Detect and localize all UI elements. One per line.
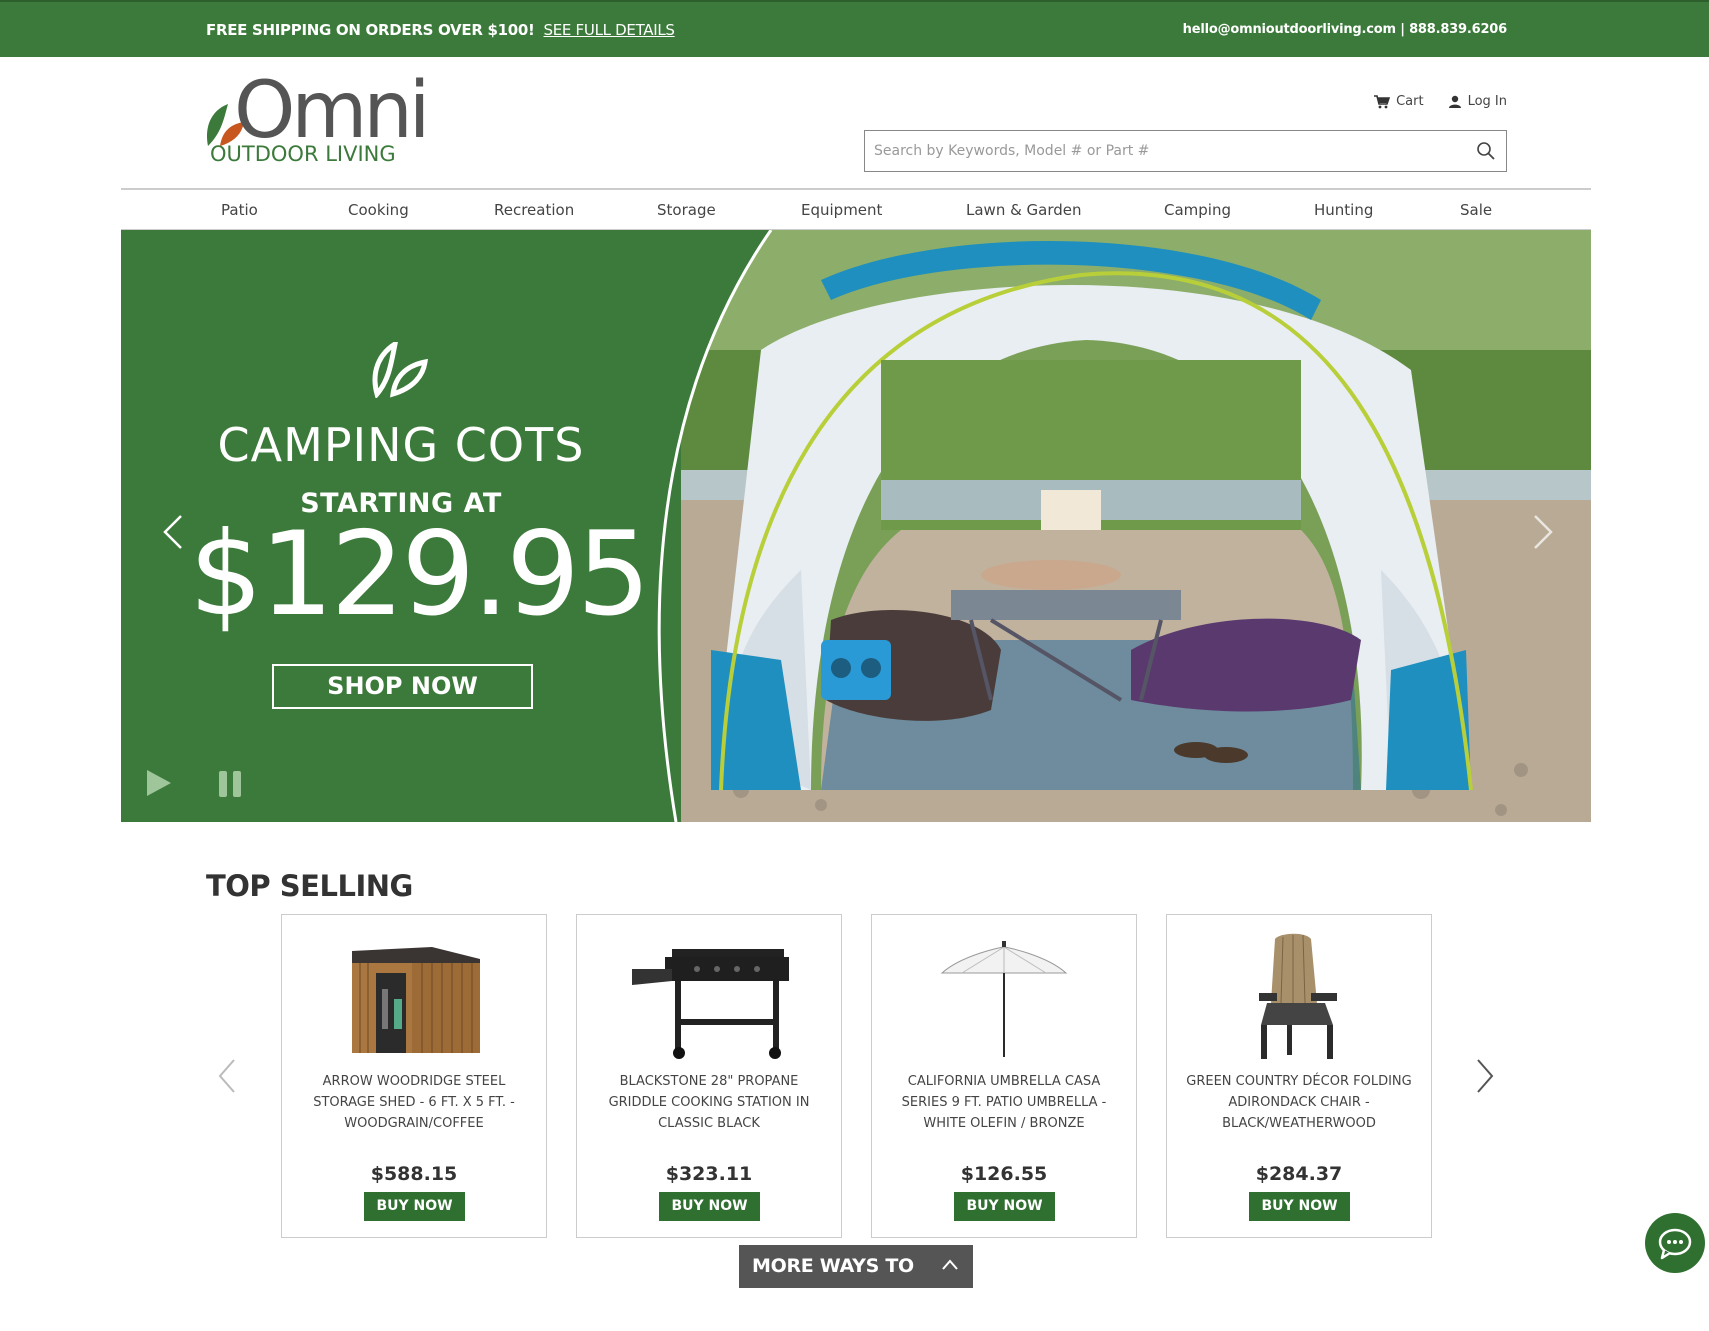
cart-icon	[1374, 94, 1391, 108]
main-nav: Patio Cooking Recreation Storage Equipme…	[121, 188, 1591, 230]
logo-subtitle: OUTDOOR LIVING	[210, 142, 396, 166]
cart-link[interactable]: Cart	[1374, 94, 1424, 109]
product-card[interactable]: CALIFORNIA UMBRELLA CASA SERIES 9 FT. PA…	[871, 914, 1137, 1238]
product-card[interactable]: ARROW WOODRIDGE STEEL STORAGE SHED - 6 F…	[281, 914, 547, 1238]
product-name[interactable]: BLACKSTONE 28" PROPANE GRIDDLE COOKING S…	[591, 1071, 827, 1134]
patio-umbrella-image	[940, 941, 1068, 1057]
play-icon[interactable]	[143, 768, 173, 798]
propane-griddle-image	[632, 949, 789, 1059]
buy-now-button[interactable]: BUY NOW	[954, 1192, 1055, 1221]
product-price: $126.55	[960, 1163, 1048, 1185]
nav-item-camping[interactable]: Camping	[1164, 201, 1231, 219]
nav-item-cooking[interactable]: Cooking	[348, 201, 409, 219]
login-label: Log In	[1467, 94, 1507, 109]
nav-item-sale[interactable]: Sale	[1460, 201, 1492, 219]
product-card[interactable]: BLACKSTONE 28" PROPANE GRIDDLE COOKING S…	[576, 914, 842, 1238]
products-next-arrow-icon[interactable]	[1474, 1057, 1496, 1095]
product-name[interactable]: CALIFORNIA UMBRELLA CASA SERIES 9 FT. PA…	[886, 1071, 1122, 1134]
product-card[interactable]: GREEN COUNTRY DÉCOR FOLDING ADIRONDACK C…	[1166, 914, 1432, 1238]
shipping-text: FREE SHIPPING ON ORDERS OVER $100!	[206, 21, 535, 39]
nav-item-patio[interactable]: Patio	[221, 201, 258, 219]
leaf-logo-icon	[372, 342, 428, 398]
hero-price: $129.95	[189, 507, 651, 642]
product-price: $588.15	[370, 1163, 458, 1185]
product-price: $284.37	[1255, 1163, 1343, 1185]
shipping-promo: FREE SHIPPING ON ORDERS OVER $100! SEE F…	[206, 21, 675, 39]
nav-item-storage[interactable]: Storage	[657, 201, 716, 219]
promo-bar: FREE SHIPPING ON ORDERS OVER $100! SEE F…	[0, 0, 1709, 57]
hero-prev-arrow-icon[interactable]	[161, 512, 185, 552]
products-prev-arrow-icon[interactable]	[216, 1057, 238, 1095]
chevron-up-icon	[942, 1259, 958, 1270]
search-icon[interactable]	[1476, 141, 1496, 161]
hero-banner: CAMPING COTS STARTING AT $129.95 SHOP NO…	[121, 230, 1591, 822]
product-name[interactable]: ARROW WOODRIDGE STEEL STORAGE SHED - 6 F…	[296, 1071, 532, 1134]
chat-bubble-icon	[1658, 1228, 1692, 1260]
cart-label: Cart	[1396, 94, 1424, 109]
see-full-details-link[interactable]: SEE FULL DETAILS	[544, 21, 675, 39]
chat-button[interactable]	[1645, 1213, 1705, 1273]
contact-info[interactable]: hello@omnioutdoorliving.com | 888.839.62…	[1183, 22, 1508, 37]
nav-item-equipment[interactable]: Equipment	[801, 201, 882, 219]
buy-now-button[interactable]: BUY NOW	[1249, 1192, 1350, 1221]
adirondack-chair-image	[1259, 933, 1337, 1059]
nav-item-recreation[interactable]: Recreation	[494, 201, 574, 219]
storage-shed-image	[352, 947, 480, 1053]
hero-title: CAMPING COTS	[217, 418, 585, 472]
site-logo[interactable]: Omni OUTDOOR LIVING	[204, 66, 430, 170]
top-selling-title: TOP SELLING	[206, 869, 413, 903]
product-name[interactable]: GREEN COUNTRY DÉCOR FOLDING ADIRONDACK C…	[1181, 1071, 1417, 1134]
nav-item-hunting[interactable]: Hunting	[1314, 201, 1373, 219]
search-input[interactable]	[865, 131, 1445, 171]
user-icon	[1448, 95, 1461, 108]
shop-now-button[interactable]: SHOP NOW	[272, 664, 533, 709]
buy-now-button[interactable]: BUY NOW	[364, 1192, 465, 1221]
login-link[interactable]: Log In	[1448, 94, 1507, 109]
utility-links: Cart Log In	[1374, 94, 1507, 109]
hero-next-arrow-icon[interactable]	[1531, 512, 1555, 552]
buy-now-button[interactable]: BUY NOW	[659, 1192, 760, 1221]
more-ways-to-save-tab[interactable]: MORE WAYS TO SAVE	[739, 1245, 973, 1320]
pause-icon[interactable]	[217, 769, 245, 799]
search-box	[864, 130, 1507, 172]
product-price: $323.11	[665, 1163, 753, 1185]
nav-item-lawn-garden[interactable]: Lawn & Garden	[966, 201, 1082, 219]
